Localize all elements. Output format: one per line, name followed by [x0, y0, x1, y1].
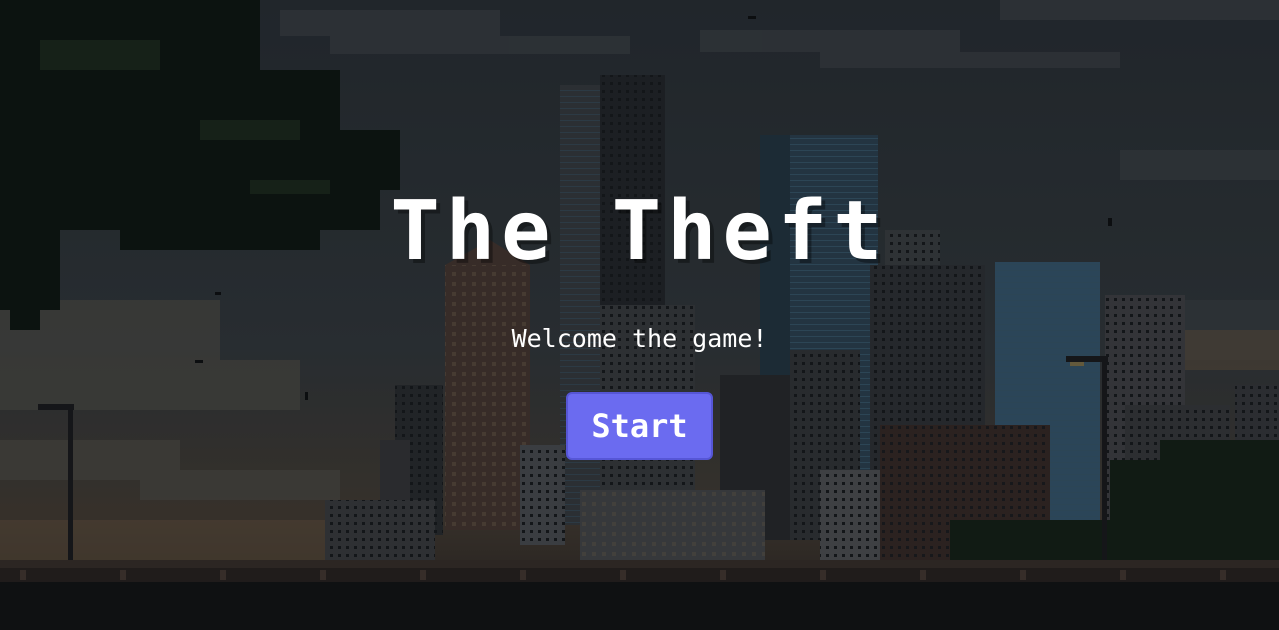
- game-screen: The Theft Welcome the game! Start: [0, 0, 1279, 630]
- welcome-message: Welcome the game!: [511, 324, 768, 353]
- game-title: The Theft: [390, 184, 889, 279]
- start-button[interactable]: Start: [566, 392, 713, 460]
- main-menu: The Theft Welcome the game! Start: [0, 0, 1279, 630]
